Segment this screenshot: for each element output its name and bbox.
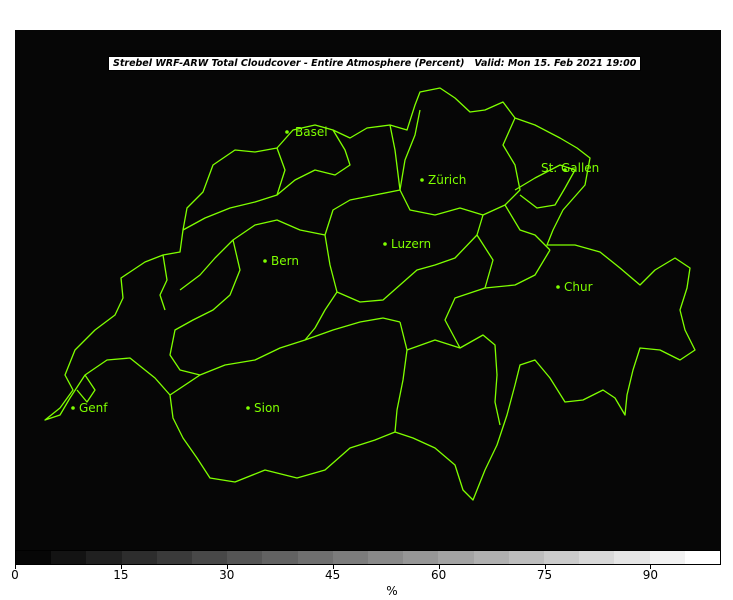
city-dot: [263, 259, 267, 263]
colorbar-swatch: [332, 551, 369, 564]
canton-border: [76, 374, 96, 403]
city-label: Sion: [254, 401, 280, 415]
map-title: Strebel WRF-ARW Total Cloudcover - Entir…: [108, 56, 642, 71]
colorbar-tick-label: 75: [536, 568, 553, 582]
canton-border: [476, 117, 521, 289]
colorbar-tick-label: 0: [11, 568, 19, 582]
switzerland-map: Basel Zürich St. Gallen Luzern Bern Chur Genf S…: [44, 87, 696, 501]
colorbar-swatch: [614, 551, 650, 564]
colorbar-tick-label: 15: [113, 568, 129, 582]
colorbar-swatch: [51, 551, 87, 564]
colorbar-swatch: [403, 551, 439, 564]
city-dot: [556, 285, 560, 289]
colorbar-swatch: [86, 551, 122, 564]
colorbar-swatch: [227, 551, 263, 564]
colorbar-swatch: [438, 551, 474, 564]
city-label: Zürich: [428, 173, 466, 187]
colorbar-swatch: [508, 551, 545, 564]
city-dot: [383, 242, 387, 246]
colorbar-swatch: [156, 551, 193, 564]
canton-border: [169, 239, 241, 376]
city-label: Bern: [271, 254, 299, 268]
colorbar-swatch: [192, 551, 228, 564]
colorbar-tick-label: 30: [219, 568, 235, 582]
country-border: [44, 87, 696, 501]
colorbar: [15, 550, 721, 565]
colorbar-swatch: [473, 551, 509, 564]
canton-border: [179, 219, 326, 291]
canton-border: [394, 321, 408, 433]
city-dot: [285, 130, 289, 134]
canton-border: [399, 109, 484, 216]
map-panel: Basel Zürich St. Gallen Luzern Bern Chur Genf S…: [15, 30, 721, 550]
city-markers: Basel Zürich St. Gallen Luzern Bern Chur Genf S…: [71, 125, 599, 415]
colorbar-tick-label: 90: [642, 568, 659, 582]
canton-border: [389, 124, 401, 191]
city-dot: [71, 406, 75, 410]
city-dot: [246, 406, 250, 410]
colorbar-swatch: [544, 551, 580, 564]
colorbar-swatch: [684, 551, 721, 564]
canton-border: [444, 249, 551, 349]
colorbar-swatch: [121, 551, 157, 564]
city-dot: [420, 178, 424, 182]
colorbar-swatch: [368, 551, 404, 564]
canton-border: [276, 147, 286, 196]
canton-border: [169, 317, 401, 396]
colorbar-swatch: [297, 551, 333, 564]
city-label: Basel: [295, 125, 328, 139]
colorbar-swatch: [262, 551, 298, 564]
city-label: Luzern: [391, 237, 431, 251]
colorbar-swatch: [579, 551, 615, 564]
city-label: Chur: [564, 280, 593, 294]
canton-border: [159, 254, 168, 311]
colorbar-swatch: [649, 551, 685, 564]
canton-border: [504, 204, 551, 251]
colorbar-tick-label: 60: [430, 568, 447, 582]
city-label: St. Gallen: [541, 161, 599, 175]
canton-border: [304, 291, 338, 341]
city-label: Genf: [79, 401, 108, 415]
canton-border: [406, 334, 501, 426]
colorbar-swatch: [16, 551, 52, 564]
colorbar-unit-label: %: [386, 584, 398, 598]
colorbar-tick-label: 45: [325, 568, 341, 582]
